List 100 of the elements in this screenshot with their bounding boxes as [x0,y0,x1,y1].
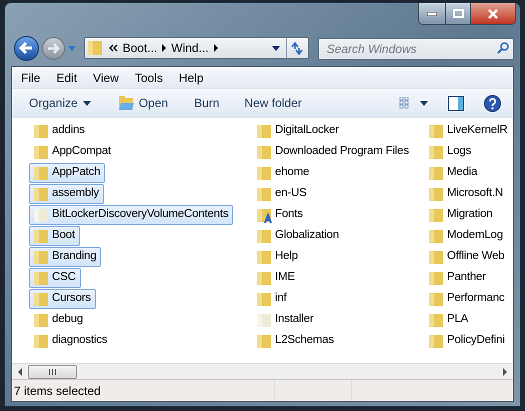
menu-item[interactable]: Tools [134,68,163,86]
menu-item[interactable]: File [21,68,40,86]
search-field[interactable]: Search Windows [318,38,514,60]
folder-icon [33,270,49,286]
folder-icon [33,228,49,244]
folder-entry[interactable]: PLA [424,310,474,330]
folder-icon [428,291,444,307]
folder-icon [428,228,444,244]
search-icon [497,42,510,54]
menu-item[interactable]: View [93,68,119,86]
address-bar[interactable]: Boot... Wind... [84,37,309,59]
folder-icon [428,207,444,223]
folder-icon [33,186,49,202]
folder-icon [33,291,49,307]
close-icon [488,8,498,18]
caret-icon [82,100,91,106]
folder-entry[interactable]: Performanc [424,289,510,309]
folder-entry[interactable]: Help [252,247,303,267]
folder-icon [33,144,49,160]
scrollbar-thumb[interactable] [28,364,77,378]
breadcrumb-segment[interactable]: Boot... [122,39,158,57]
maximize-icon [452,9,464,18]
folder-icon [428,123,444,139]
folder-icon [428,312,444,328]
forward-arrow-icon [46,42,60,54]
folder-icon [256,333,272,349]
horizontal-scrollbar[interactable] [12,363,513,379]
menu-item[interactable]: Help [178,68,204,86]
folder-entry[interactable]: BitLockerDiscoveryVolumeContents [29,205,234,225]
folder-icon [118,95,134,111]
folder-entry[interactable]: Cursors [29,289,96,309]
folder-entry[interactable]: debug [29,310,88,330]
folder-icon [33,249,49,265]
folder-entry[interactable]: Migration [424,205,498,225]
folder-entry[interactable]: PolicyDefini [424,331,510,351]
folder-icon [428,333,444,349]
folder-entry[interactable]: DigitalLocker [252,121,344,141]
caret-icon [420,100,428,106]
folder-icon [428,186,444,202]
breadcrumb-segment[interactable]: Wind... [171,39,209,57]
folder-entry[interactable]: diagnostics [29,331,112,351]
folder-entry[interactable]: Fonts [252,205,308,225]
toolbar-button[interactable]: Open [118,94,168,112]
folder-icon [256,249,272,265]
folder-entry[interactable]: Media [424,163,482,183]
folder-entry[interactable]: addins [29,121,90,141]
folder-icon [256,144,272,160]
folder-entry[interactable]: Panther [424,268,491,288]
faded-folder-icon [256,312,272,328]
folder-entry[interactable]: LiveKernelR [424,121,512,141]
toolbar-button[interactable]: New folder [244,94,302,112]
folder-entry[interactable]: assembly [29,184,104,204]
maximize-button[interactable] [446,3,471,24]
grip-icon [49,368,56,374]
folder-entry[interactable]: Microsoft.N [424,184,508,204]
preview-pane-icon[interactable] [448,96,464,110]
folder-icon [428,270,444,286]
folder-entry[interactable]: Branding [29,247,102,267]
folder-entry[interactable]: inf [252,289,292,309]
folder-entry[interactable]: Globalization [252,226,344,246]
folder-entry[interactable]: AppCompat [29,142,116,162]
toolbar-button[interactable]: Burn [194,94,220,112]
chevron-icon[interactable] [162,44,166,52]
view-options-button[interactable] [399,97,428,109]
folder-entry[interactable]: CSC [29,268,81,288]
dropdown-icon[interactable] [272,46,280,50]
folder-icon [33,333,49,349]
close-button[interactable] [471,3,515,24]
folder-entry[interactable]: Installer [252,310,318,330]
toolbar-button[interactable]: Organize [29,94,91,112]
folder-entry[interactable]: Logs [424,142,476,162]
folder-icon [86,40,103,56]
folder-entry[interactable]: Boot [29,226,80,246]
help-icon[interactable] [484,94,501,112]
views-icon [399,97,410,109]
refresh-arrows-icon [290,42,304,54]
back-arrow-icon [19,42,34,54]
faded-folder-icon [33,207,49,223]
folder-entry[interactable]: Offline Web [424,247,510,267]
folder-entry[interactable]: en-US [252,184,312,204]
folder-entry[interactable]: Downloaded Program Files [252,142,414,162]
folder-icon [33,312,49,328]
folder-icon [256,228,272,244]
folder-icon [256,270,272,286]
folder-entry[interactable]: ehome [252,163,314,183]
folder-icon [256,123,272,139]
folder-entry[interactable]: IME [252,268,300,288]
chevron-icon[interactable] [214,44,218,52]
folder-icon [256,291,272,307]
menu-item[interactable]: Edit [56,68,78,86]
folder-icon [33,123,49,139]
folder-icon [428,165,444,181]
folder-entry[interactable]: AppPatch [29,163,106,183]
minimize-icon [427,12,437,16]
overflow-chevron-icon[interactable] [108,44,118,52]
folder-entry[interactable]: ModemLog [424,226,508,246]
minimize-button[interactable] [419,3,446,24]
folder-entry[interactable]: L2Schemas [252,331,339,351]
back-button[interactable] [14,36,39,60]
forward-button[interactable] [42,36,65,60]
